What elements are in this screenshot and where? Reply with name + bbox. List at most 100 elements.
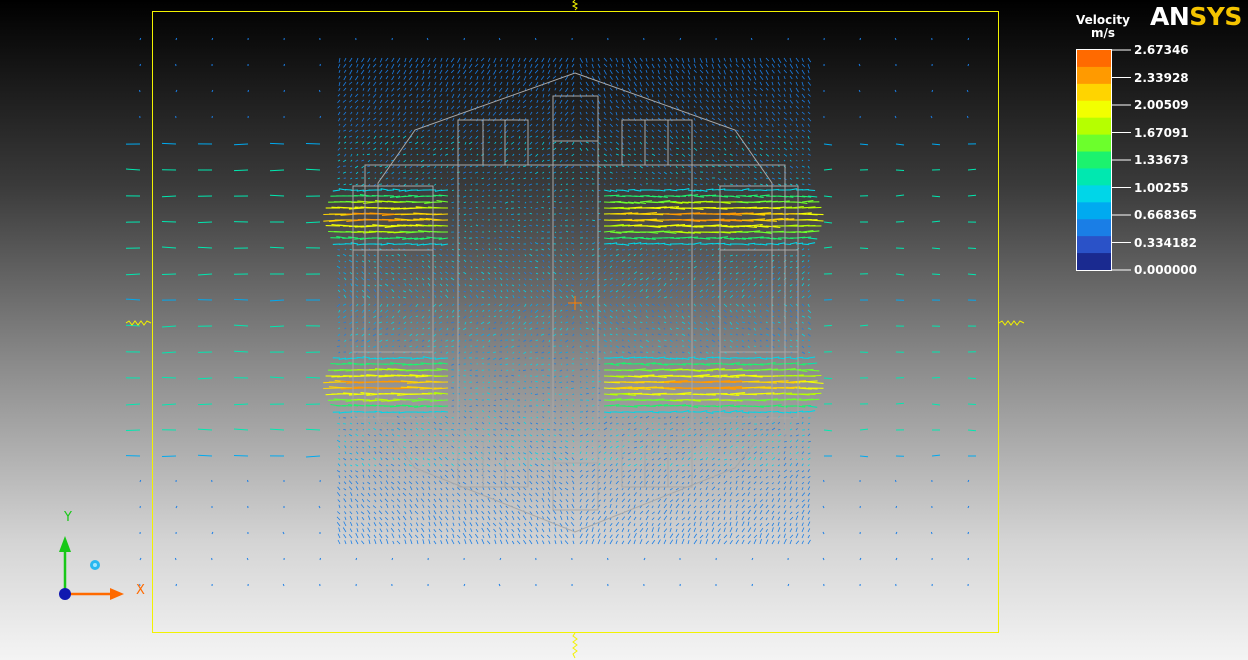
velocity-vector [427, 63, 431, 68]
velocity-vector [452, 296, 455, 299]
velocity-vector [355, 87, 359, 91]
velocity-vector [451, 429, 455, 431]
velocity-vector [741, 327, 745, 329]
velocity-vector [759, 260, 764, 263]
velocity-vector [711, 248, 714, 251]
velocity-vector [753, 289, 756, 293]
velocity-vector [511, 309, 515, 314]
velocity-vector [439, 423, 443, 425]
velocity-vector [615, 105, 620, 109]
velocity-vector [446, 321, 449, 324]
velocity-vector [777, 289, 781, 293]
velocity-vector [789, 327, 794, 331]
velocity-vector [645, 93, 650, 98]
velocity-vector [511, 189, 515, 192]
velocity-vector [801, 290, 805, 293]
velocity-vector [547, 333, 551, 336]
velocity-vector [571, 81, 575, 86]
velocity-vector [403, 75, 407, 80]
velocity-vector [524, 315, 527, 319]
velocity-vector [420, 135, 425, 139]
velocity-vector [789, 303, 793, 307]
velocity-vector [446, 315, 449, 319]
velocity-vector [705, 147, 708, 150]
velocity-vector [542, 201, 545, 203]
velocity-vector [349, 295, 353, 299]
velocity-vector [349, 165, 353, 167]
velocity-vector [741, 303, 745, 308]
velocity-vector [391, 81, 395, 85]
velocity-vector [651, 284, 655, 287]
velocity-vector [705, 271, 709, 275]
velocity-vector [729, 427, 733, 431]
velocity-vector [735, 315, 739, 319]
velocity-vector [488, 345, 491, 348]
velocity-vector [470, 159, 473, 161]
velocity-vector [524, 171, 527, 174]
velocity-vector [458, 231, 461, 233]
velocity-vector [771, 57, 776, 63]
velocity-vector [609, 254, 613, 257]
velocity-vector [487, 398, 491, 401]
velocity-vector [801, 111, 805, 115]
velocity-vector [499, 405, 503, 407]
velocity-vector [421, 177, 425, 181]
graphics-viewport[interactable] [0, 0, 1248, 660]
velocity-vector [603, 230, 616, 233]
velocity-vector [542, 147, 545, 151]
velocity-vector [789, 428, 793, 431]
velocity-vector [705, 351, 709, 354]
velocity-vector [729, 183, 733, 185]
velocity-vector [579, 165, 582, 169]
velocity-vector [571, 153, 575, 157]
velocity-vector [723, 321, 727, 325]
velocity-vector [669, 427, 674, 431]
velocity-vector [348, 434, 353, 437]
velocity-vector [337, 165, 341, 169]
velocity-vector [488, 248, 491, 251]
velocity-vector [705, 69, 709, 74]
velocity-vector [717, 57, 721, 63]
velocity-vector [723, 315, 727, 318]
velocity-vector [735, 81, 738, 86]
velocity-vector [541, 159, 545, 162]
velocity-vector [615, 111, 618, 116]
velocity-vector [542, 213, 545, 216]
velocity-vector [807, 123, 810, 127]
velocity-vector [571, 253, 575, 257]
velocity-vector [681, 57, 685, 63]
velocity-vector [445, 277, 449, 281]
velocity-vector [717, 147, 721, 151]
velocity-vector [379, 260, 383, 263]
velocity-vector [410, 243, 419, 246]
velocity-vector [511, 111, 515, 115]
velocity-vector [487, 99, 491, 104]
velocity-vector [747, 283, 751, 287]
velocity-vector [675, 57, 680, 62]
velocity-vector [621, 259, 625, 263]
velocity-vector [482, 278, 485, 281]
velocity-vector [747, 278, 750, 281]
velocity-vector [693, 105, 696, 109]
velocity-vector [559, 272, 563, 275]
velocity-vector [669, 129, 673, 133]
velocity-vector [338, 327, 341, 329]
velocity-vector [807, 105, 810, 109]
velocity-vector [385, 254, 389, 257]
velocity-vector [494, 363, 497, 365]
velocity-vector [373, 147, 377, 151]
velocity-vector [492, 111, 497, 116]
velocity-vector [729, 272, 732, 275]
velocity-vector [675, 171, 679, 175]
velocity-vector [657, 283, 661, 287]
velocity-vector [420, 57, 425, 64]
velocity-vector [579, 195, 583, 197]
velocity-vector [523, 248, 527, 251]
velocity-vector [356, 315, 359, 318]
velocity-vector [446, 111, 449, 115]
velocity-vector [499, 327, 503, 331]
velocity-vector [795, 69, 799, 74]
velocity-vector [711, 327, 715, 330]
velocity-vector [386, 327, 389, 330]
velocity-vector [615, 290, 619, 293]
